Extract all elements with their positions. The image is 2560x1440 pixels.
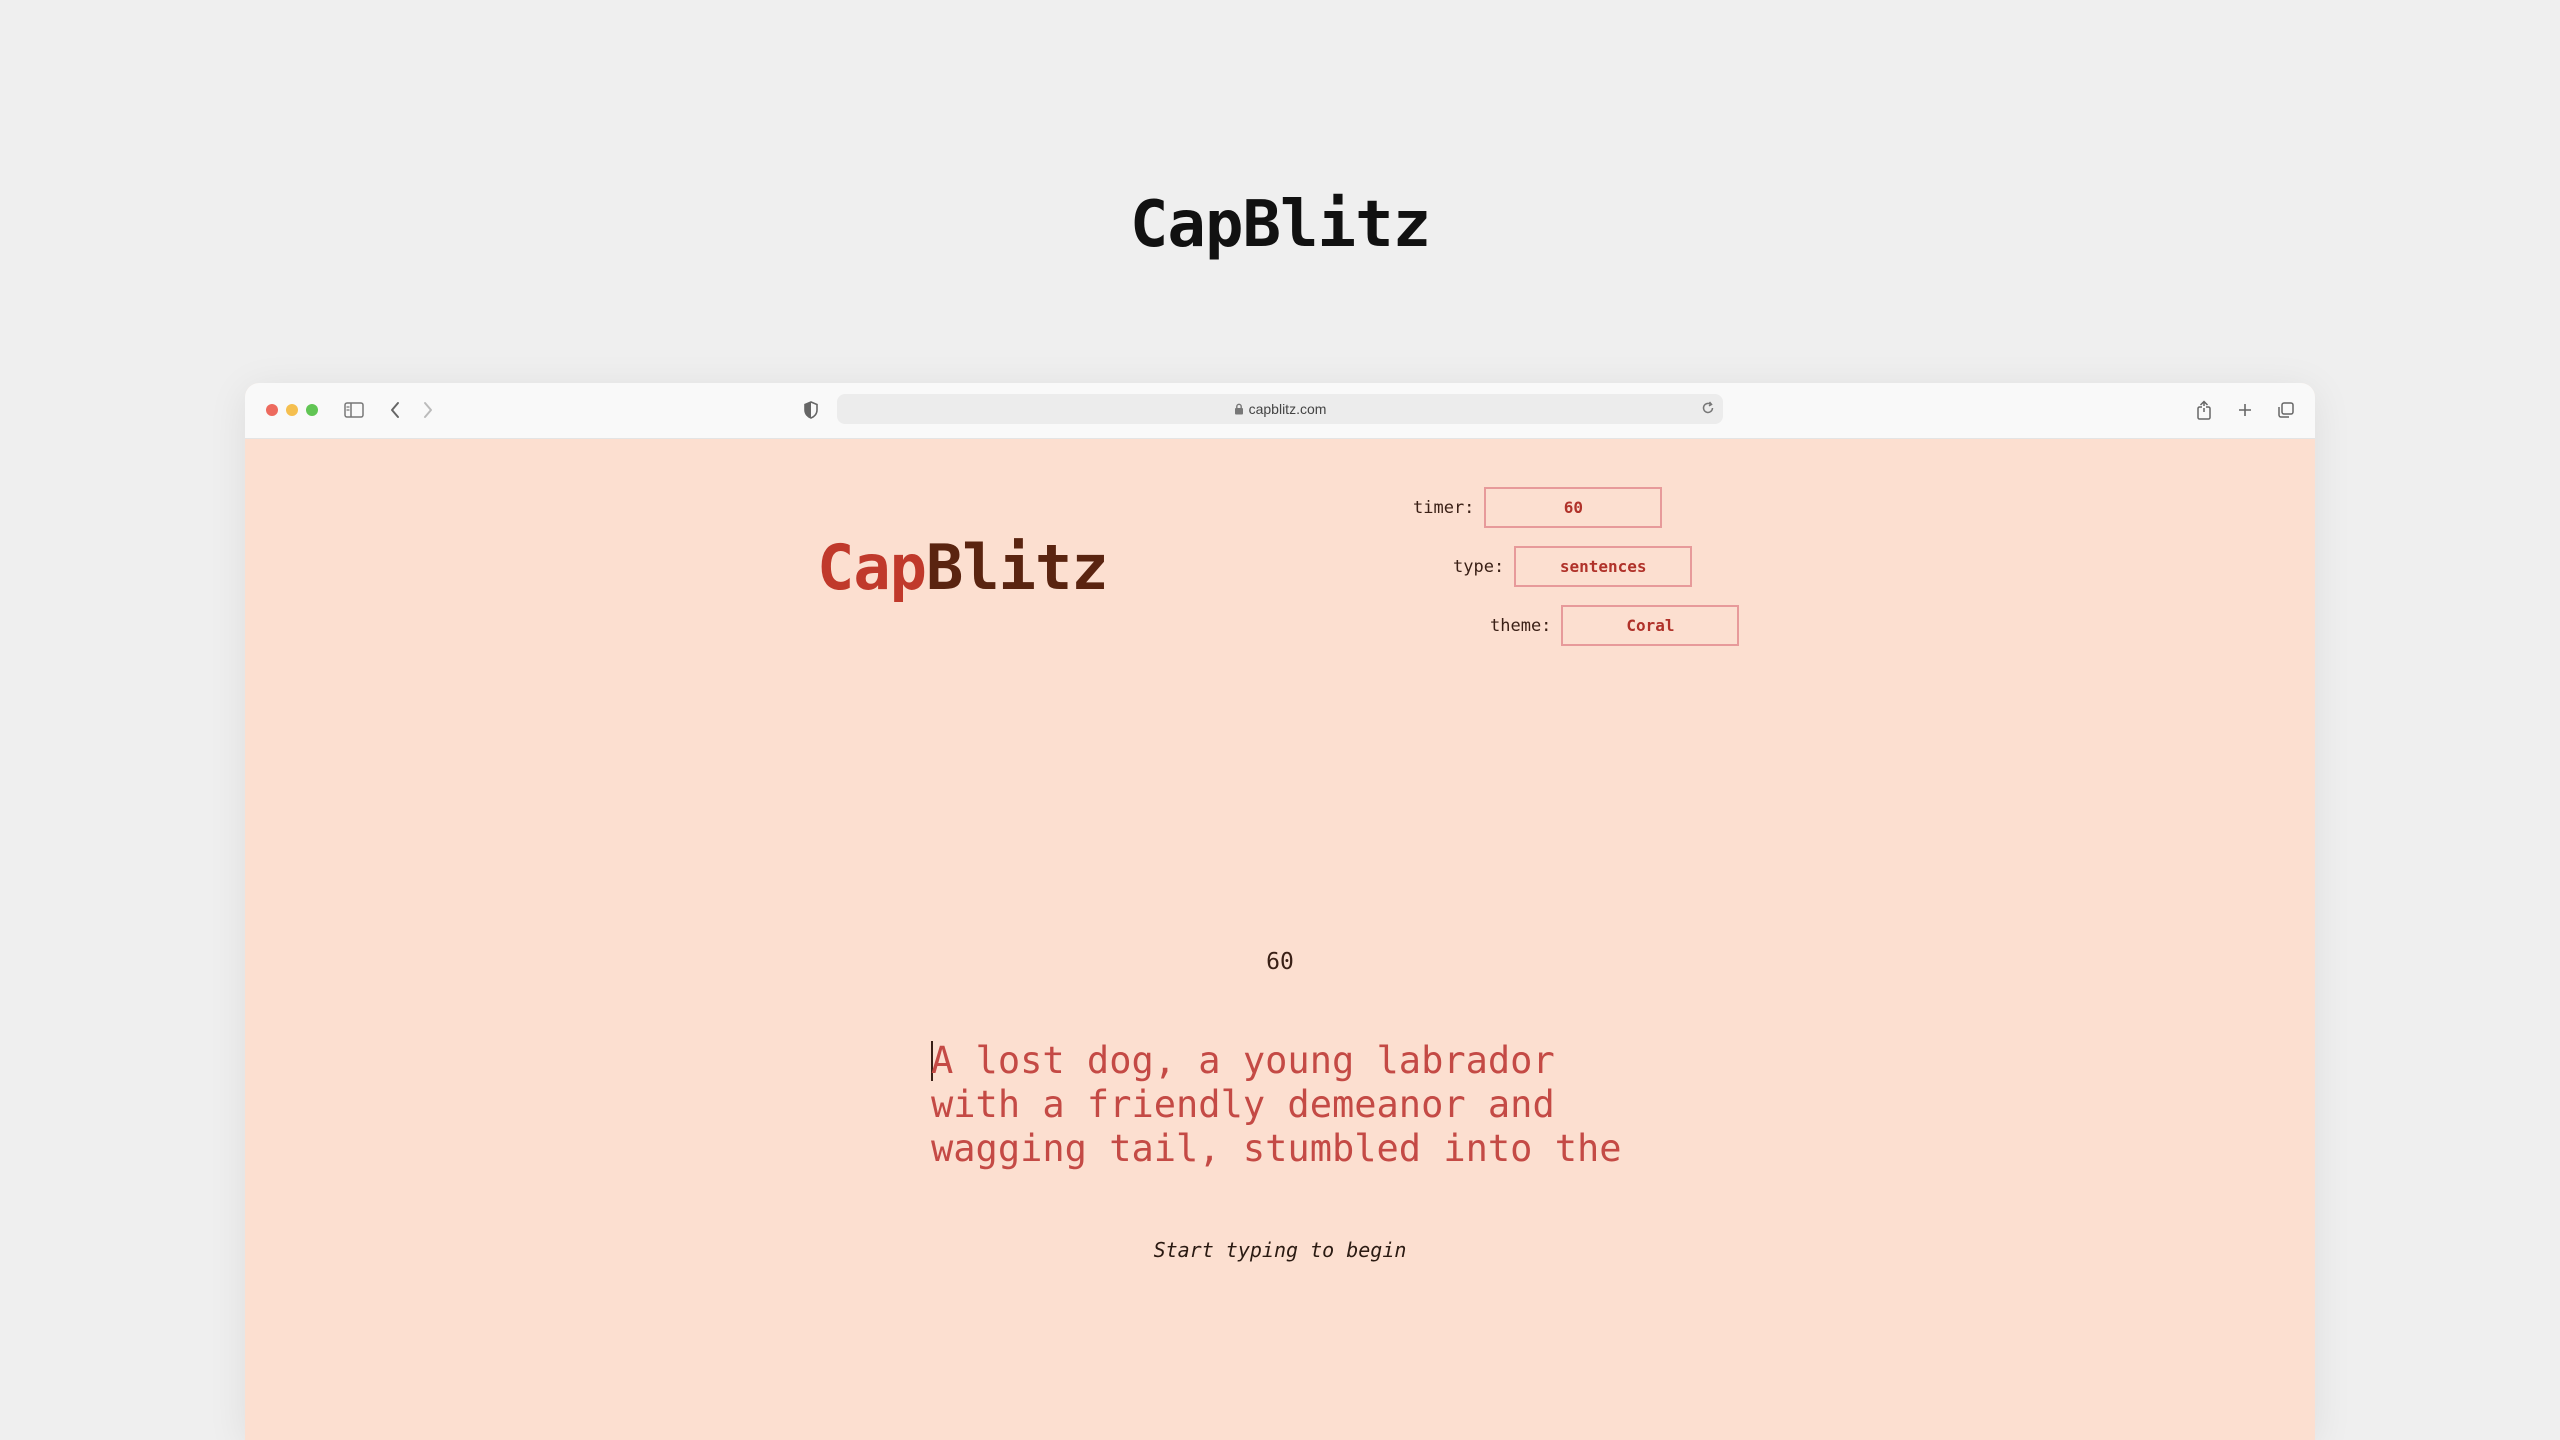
close-window-button[interactable] — [266, 404, 278, 416]
logo-cap-text: Cap — [817, 531, 927, 604]
browser-toolbar: capblitz.com — [245, 383, 2315, 439]
typing-area[interactable]: A lost dog, a young labrador with a frie… — [931, 1039, 1691, 1171]
type-select[interactable]: sentences — [1514, 546, 1693, 587]
theme-label: theme: — [1490, 615, 1552, 636]
address-bar[interactable]: capblitz.com — [837, 394, 1723, 424]
reload-icon[interactable] — [1701, 401, 1715, 415]
sidebar-toggle-icon[interactable] — [343, 399, 365, 421]
timer-label: timer: — [1413, 497, 1475, 518]
new-tab-icon[interactable] — [2234, 399, 2256, 421]
text-line: A lost dog, a young labrador — [931, 1039, 1691, 1083]
forward-icon[interactable] — [417, 399, 439, 421]
minimize-window-button[interactable] — [286, 404, 298, 416]
theme-setting: theme: Coral — [1490, 604, 1740, 647]
theme-select[interactable]: Coral — [1561, 605, 1740, 646]
lock-icon — [1234, 403, 1244, 415]
privacy-shield-icon[interactable] — [800, 399, 822, 421]
type-label: type: — [1453, 556, 1505, 577]
zoom-window-button[interactable] — [306, 404, 318, 416]
url-text: capblitz.com — [1248, 401, 1327, 417]
timer-setting: timer: 60 — [1413, 486, 1663, 529]
share-icon[interactable] — [2193, 399, 2215, 421]
tab-overview-icon[interactable] — [2275, 399, 2297, 421]
text-line-1: A lost dog, a young labrador — [931, 1039, 1555, 1082]
app-logo[interactable]: CapBlitz — [817, 531, 1109, 604]
back-icon[interactable] — [384, 399, 406, 421]
start-hint: Start typing to begin — [1153, 1238, 1407, 1262]
type-setting: type: sentences — [1453, 545, 1693, 588]
countdown-timer: 60 — [1266, 949, 1294, 975]
hero-title: CapBlitz — [1129, 188, 1431, 262]
timer-select[interactable]: 60 — [1484, 487, 1663, 528]
logo-blitz-text: Blitz — [925, 531, 1109, 604]
browser-window: capblitz.com CapBlitz timer: 60 type: se… — [245, 383, 2315, 1440]
text-line-3: wagging tail, stumbled into the — [931, 1127, 1622, 1170]
text-line-2: with a friendly demeanor and — [931, 1083, 1555, 1126]
